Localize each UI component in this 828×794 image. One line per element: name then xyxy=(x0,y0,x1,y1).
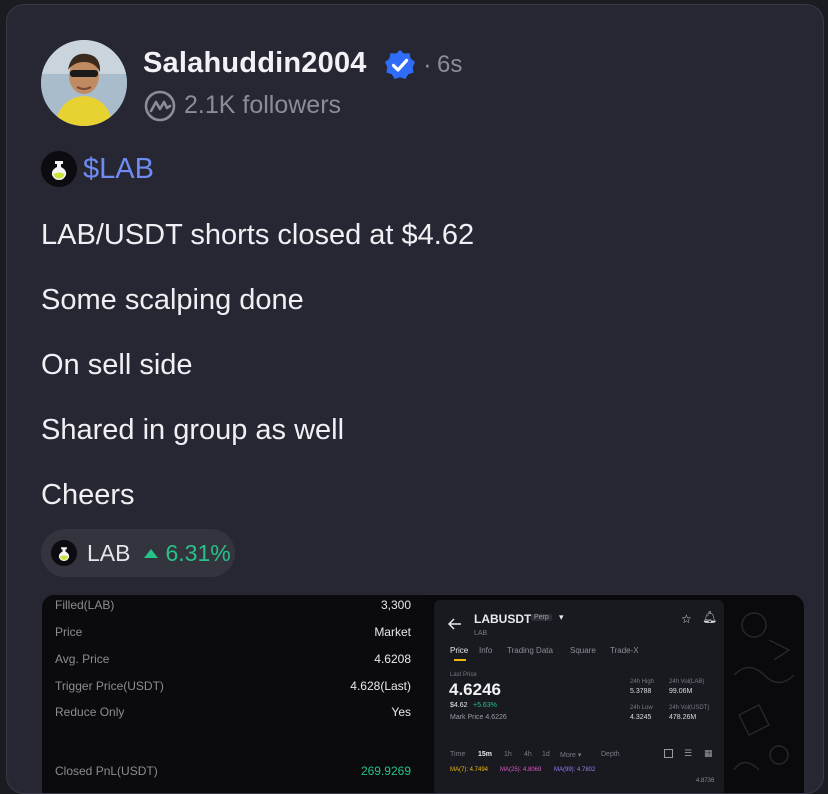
order-label: Price xyxy=(55,625,83,639)
stat-value: 5.3788 xyxy=(630,688,652,695)
tab-info[interactable]: Info xyxy=(479,646,492,655)
tab-square[interactable]: Square xyxy=(570,646,596,655)
active-tab-indicator xyxy=(454,659,466,661)
order-value: 4.628(Last) xyxy=(350,679,411,693)
ma7: MA(7): 4.7494 xyxy=(450,767,489,773)
order-label: Reduce Only xyxy=(55,705,125,719)
stat-label: 24h Vol(USDT) xyxy=(669,705,710,711)
post-text-line: On sell side xyxy=(41,349,193,381)
timeframe-more[interactable]: More ▾ xyxy=(560,751,581,759)
perp-badge: Perp xyxy=(531,614,552,621)
attachment-order-details[interactable]: Filled(LAB) 3,300 Price Market Avg. Pric… xyxy=(42,595,424,793)
order-row: Reduce Only Yes xyxy=(55,705,411,721)
order-row: Avg. Price 4.6208 xyxy=(55,652,411,668)
pill-symbol: LAB xyxy=(87,539,131,566)
mark-price: Mark Price 4.6226 xyxy=(450,714,507,721)
back-arrow-icon[interactable] xyxy=(448,618,462,630)
star-icon[interactable]: ☆ xyxy=(681,612,692,626)
post-text-line: Some scalping done xyxy=(41,284,304,316)
chart-settings-icon[interactable] xyxy=(664,749,673,758)
grid-icon[interactable]: ▦ xyxy=(704,748,713,759)
order-label: Trigger Price(USDT) xyxy=(55,679,164,693)
chevron-down-icon[interactable]: ▾ xyxy=(559,612,564,623)
avatar-image xyxy=(41,40,127,126)
coinmarketcap-icon xyxy=(144,90,176,122)
ticker-symbol: $LAB xyxy=(83,152,154,185)
order-label: Filled(LAB) xyxy=(55,598,115,612)
order-label: Avg. Price xyxy=(55,652,110,666)
order-value: 269.9269 xyxy=(360,764,411,778)
last-price: 4.6246 xyxy=(449,680,501,699)
separator-dot: · xyxy=(423,49,432,79)
attachment-trade-screen[interactable]: LABUSDT Perp ▾ LAB ☆ 🔔︎ Price Info Tradi… xyxy=(424,595,804,793)
stat-value: 478.26M xyxy=(669,714,697,721)
verified-badge-icon xyxy=(385,50,415,79)
indicator-icon[interactable]: ☰ xyxy=(684,748,692,759)
stat-label: 24h Low xyxy=(630,705,653,711)
post-text-line: Cheers xyxy=(41,479,135,511)
username[interactable]: Salahuddin2004 xyxy=(143,47,367,80)
order-value: 3,300 xyxy=(380,598,411,612)
pair-name: LABUSDT xyxy=(474,612,532,626)
timeframe-4h[interactable]: 4h xyxy=(524,751,532,758)
stat-value: 4.3245 xyxy=(630,714,652,721)
order-row: Trigger Price(USDT) 4.628(Last) xyxy=(55,679,411,695)
trade-screen: LABUSDT Perp ▾ LAB ☆ 🔔︎ Price Info Tradi… xyxy=(434,600,724,793)
avatar[interactable] xyxy=(41,40,127,126)
timeframe-1d[interactable]: 1d xyxy=(542,751,550,758)
order-row: Price Market xyxy=(55,625,411,641)
tab-trade-x[interactable]: Trade-X xyxy=(610,646,639,655)
last-price-label: Last Price xyxy=(450,672,477,678)
order-value: Yes xyxy=(391,705,411,719)
post-card: Salahuddin2004 · 6s 2.1K followers $LAB … xyxy=(6,4,824,794)
order-row: Filled(LAB) 3,300 xyxy=(55,598,411,614)
pill-change: 6.31% xyxy=(165,539,231,566)
lab-coin-icon xyxy=(41,151,77,187)
bell-icon[interactable]: 🔔︎ xyxy=(702,610,717,624)
order-label: Closed PnL(USDT) xyxy=(55,764,158,778)
tab-price[interactable]: Price xyxy=(450,646,468,655)
order-row: Closed PnL(USDT) 269.9269 xyxy=(55,764,411,780)
stat-label: 24h High xyxy=(630,679,655,685)
stat-label: 24h Vol(LAB) xyxy=(669,679,705,685)
post-text-line: Shared in group as well xyxy=(41,414,345,446)
ma25: MA(25): 4.8069 xyxy=(500,767,542,773)
order-value: Market xyxy=(374,625,411,639)
pair-sub: LAB xyxy=(474,630,488,637)
timeframe-1h[interactable]: 1h xyxy=(504,751,512,758)
order-value: 4.6208 xyxy=(374,652,411,666)
timeframe-time[interactable]: Time xyxy=(450,751,465,758)
follower-count: 2.1K followers xyxy=(184,91,342,119)
coin-price-pill[interactable]: LAB 6.31% xyxy=(41,529,235,577)
tab-trading-data[interactable]: Trading Data xyxy=(507,646,553,655)
arrow-up-icon xyxy=(144,548,159,558)
stat-value: 99.06M xyxy=(669,688,693,695)
post-text-line: LAB/USDT shorts closed at $4.62 xyxy=(41,219,475,251)
usd-price: $4.62 xyxy=(450,702,468,709)
chart-axis-value: 4.8736 xyxy=(696,778,715,784)
timeframe-depth[interactable]: Depth xyxy=(601,751,620,758)
ma99: MA(99): 4.7802 xyxy=(554,767,596,773)
price-change: +5.63% xyxy=(473,702,497,709)
timestamp: 6s xyxy=(437,51,463,78)
lab-coin-icon xyxy=(51,540,77,566)
ticker-tag[interactable]: $LAB xyxy=(41,151,154,187)
timeframe-15m[interactable]: 15m xyxy=(478,751,492,758)
